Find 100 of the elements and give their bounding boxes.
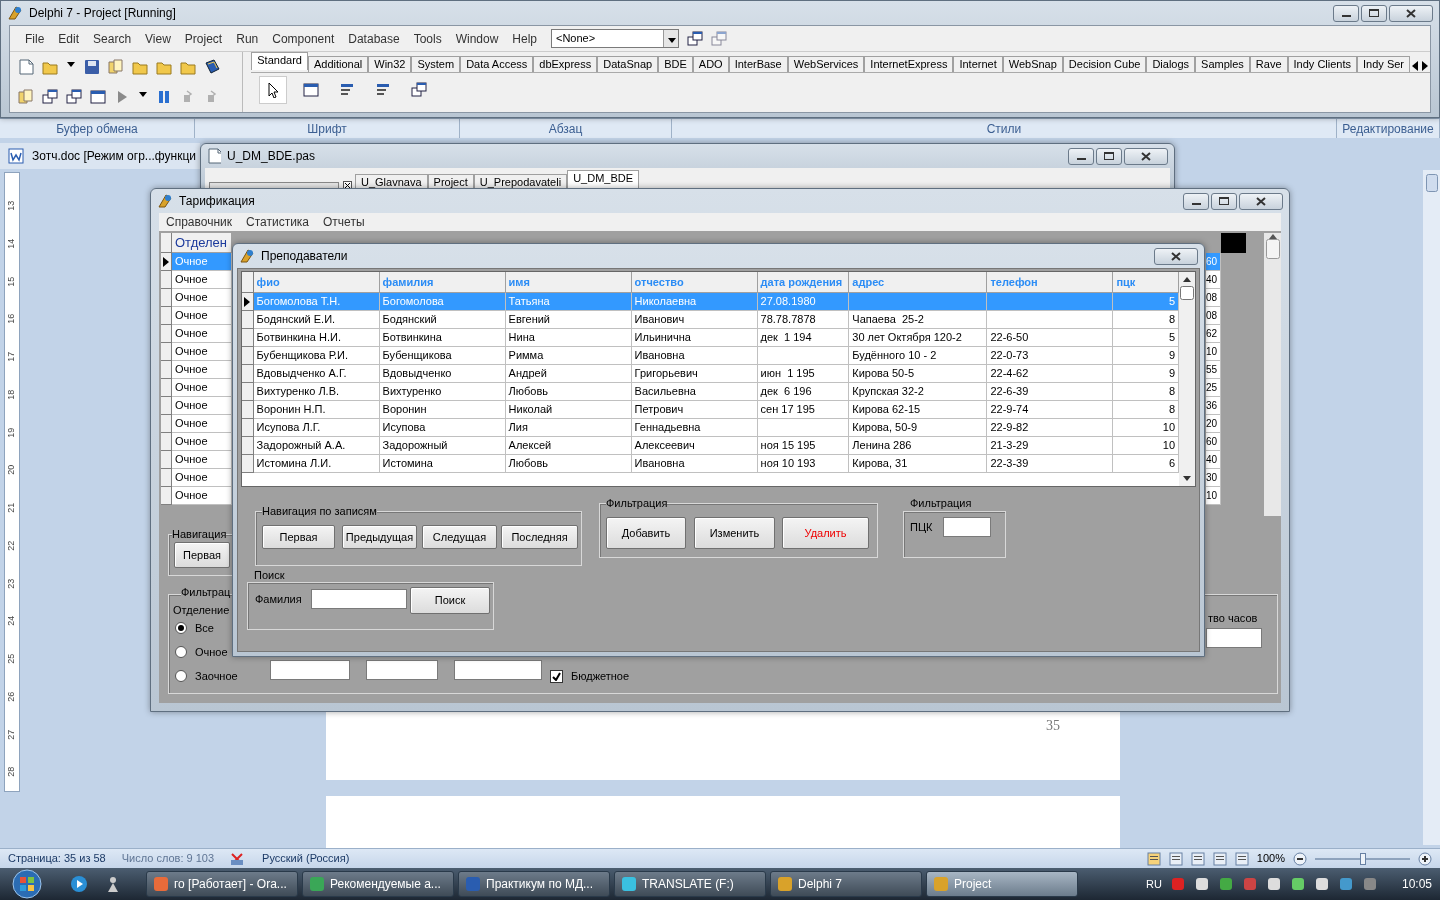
input-field[interactable] — [366, 660, 438, 680]
windows-icon[interactable] — [687, 30, 703, 47]
palette-tab[interactable]: Standard — [251, 52, 308, 70]
pause-icon[interactable] — [156, 89, 172, 105]
palette-tab[interactable]: Win32 — [368, 56, 412, 72]
input-field[interactable] — [454, 660, 542, 680]
taskbar-button[interactable]: го [Работает] - Ora... — [146, 871, 298, 897]
radio-button[interactable] — [175, 622, 187, 635]
menu-item[interactable]: Component — [265, 29, 342, 48]
thumb-icon[interactable] — [1265, 239, 1280, 259]
close-button[interactable] — [1389, 4, 1433, 22]
radio-button[interactable] — [175, 670, 187, 683]
input-field[interactable] — [1206, 628, 1262, 648]
nav-button[interactable]: Последняя — [501, 525, 578, 549]
close-button[interactable] — [1239, 192, 1283, 210]
scrollbar[interactable] — [1423, 170, 1440, 845]
zoom-in-icon[interactable] — [1418, 851, 1432, 866]
nav-button[interactable]: Следущая — [422, 525, 497, 549]
windows-icon[interactable] — [66, 89, 82, 105]
scrollbar[interactable] — [1179, 272, 1195, 486]
minimize-button[interactable] — [1068, 147, 1094, 165]
scrollbar[interactable] — [1264, 233, 1281, 516]
surname-field[interactable] — [311, 589, 407, 609]
documents-icon[interactable] — [18, 89, 34, 105]
documents-icon[interactable] — [108, 59, 124, 75]
menu-item[interactable]: Edit — [51, 29, 87, 48]
palette-tab[interactable]: Indy Clients — [1287, 56, 1358, 72]
thumb-icon[interactable] — [1180, 286, 1194, 300]
checkbox[interactable] — [550, 669, 563, 683]
view-icon[interactable] — [1234, 851, 1249, 866]
view-icon[interactable] — [1168, 851, 1183, 866]
up-arrow-icon[interactable] — [1183, 276, 1191, 282]
folder-icon[interactable] — [156, 59, 172, 75]
menu-item[interactable]: Tools — [406, 29, 449, 48]
palette-tab[interactable]: BDE — [658, 56, 693, 72]
view-icon[interactable] — [1146, 851, 1161, 866]
windows-icon[interactable] — [42, 89, 58, 105]
folder-icon[interactable] — [180, 59, 196, 75]
search-button[interactable]: Поиск — [410, 587, 490, 614]
folder-icon[interactable] — [132, 59, 148, 75]
taskbar-button[interactable]: Delphi 7 — [770, 871, 922, 897]
up-arrow-icon[interactable] — [1268, 233, 1277, 239]
palette-tab[interactable]: Additional — [307, 56, 369, 72]
palette-tab[interactable]: dbExpress — [533, 56, 598, 72]
book-icon[interactable] — [204, 59, 220, 75]
action-button[interactable]: Удалить — [782, 517, 869, 549]
input-field[interactable] — [270, 660, 350, 680]
zoom-slider-thumb[interactable] — [1359, 852, 1366, 865]
palette-tab[interactable]: DataSnap — [597, 56, 659, 72]
palette-tab[interactable]: Dialogs — [1146, 56, 1196, 72]
nav-button[interactable]: Предыдущая — [342, 525, 417, 549]
open-folder-icon[interactable] — [42, 59, 58, 75]
save-icon[interactable] — [84, 59, 100, 75]
nav-button[interactable]: Первая — [262, 525, 335, 549]
tray-icon[interactable] — [1193, 876, 1210, 892]
palette-tab[interactable]: ADO — [692, 56, 729, 72]
unit-dropdown[interactable]: <None> — [551, 29, 679, 48]
column-header[interactable]: Отделен — [172, 233, 232, 253]
tray-icon[interactable] — [1313, 876, 1330, 892]
minimize-button[interactable] — [1183, 192, 1209, 210]
menu-item[interactable]: Run — [229, 29, 266, 48]
radio-button[interactable] — [175, 646, 187, 659]
palette-tab[interactable]: InterBase — [728, 56, 788, 72]
menu-item[interactable]: Статистика — [239, 213, 317, 231]
close-button[interactable] — [1154, 247, 1198, 265]
palette-tab[interactable]: System — [411, 56, 461, 72]
editor-tab[interactable]: U_DM_BDE — [567, 170, 640, 188]
palette-tab[interactable]: Rave — [1249, 56, 1288, 72]
tray-icon[interactable] — [1265, 876, 1282, 892]
tray-icon[interactable] — [1337, 876, 1354, 892]
view-icon[interactable] — [1212, 851, 1227, 866]
palette-tab[interactable]: WebServices — [787, 56, 865, 72]
menu-item[interactable]: Window — [448, 29, 506, 48]
menu-item[interactable]: View — [138, 29, 178, 48]
taskbar-button[interactable]: Рекомендуемые а... — [302, 871, 454, 897]
media-player-icon[interactable] — [70, 875, 88, 893]
action-button[interactable]: Изменить — [694, 517, 775, 549]
menu-item[interactable]: Project — [177, 29, 230, 48]
maximize-button[interactable] — [1211, 192, 1237, 210]
palette-tab[interactable]: InternetExpress — [864, 56, 954, 72]
scroll-right-icon[interactable] — [1420, 60, 1430, 72]
tray-icon[interactable] — [1289, 876, 1306, 892]
close-button[interactable] — [1124, 147, 1168, 165]
tray-icon[interactable] — [1217, 876, 1234, 892]
menu-item[interactable]: Search — [86, 29, 139, 48]
palette-tab[interactable]: Indy Ser — [1357, 56, 1410, 72]
new-document-icon[interactable] — [18, 59, 34, 75]
menu-item[interactable]: File — [18, 29, 52, 48]
window-icon[interactable] — [90, 89, 106, 105]
zoom-out-icon[interactable] — [1293, 851, 1307, 866]
menu-item[interactable]: Отчеты — [316, 213, 372, 231]
palette-tab[interactable]: Samples — [1195, 56, 1250, 72]
maximize-button[interactable] — [1096, 147, 1122, 165]
palette-tab[interactable]: Decision Cube — [1062, 56, 1147, 72]
first-button[interactable]: Первая — [174, 542, 230, 568]
minimize-button[interactable] — [1333, 4, 1359, 22]
taskbar-button[interactable]: TRANSLATE (F:) — [614, 871, 766, 897]
palette-tab[interactable]: Internet — [953, 56, 1003, 72]
action-button[interactable]: Добавить — [606, 517, 686, 549]
palette-tab[interactable]: WebSnap — [1002, 56, 1063, 72]
